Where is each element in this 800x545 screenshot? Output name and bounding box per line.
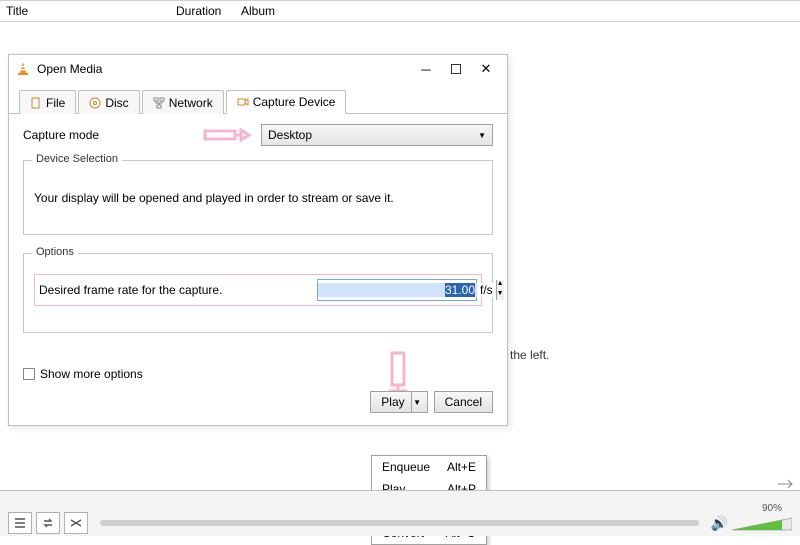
framerate-stepper[interactable]: ▲▼ (496, 280, 504, 300)
shuffle-icon (69, 516, 83, 530)
cancel-button-label: Cancel (445, 395, 482, 409)
minimize-button[interactable]: ─ (411, 57, 441, 81)
capture-mode-label: Capture mode (23, 128, 193, 142)
framerate-label: Desired frame rate for the capture. (39, 283, 309, 297)
tab-capture-device[interactable]: Capture Device (226, 90, 347, 114)
network-icon (153, 97, 165, 109)
capture-mode-value: Desktop (268, 128, 312, 142)
playlist-toggle-button[interactable] (8, 512, 32, 534)
tab-network[interactable]: Network (142, 90, 224, 114)
file-icon (30, 97, 42, 109)
menu-item-enqueue-accel: Alt+E (447, 460, 476, 474)
volume-percent: 90% (762, 503, 782, 514)
loop-icon (41, 516, 55, 530)
tab-disc-label: Disc (105, 96, 128, 110)
cancel-button[interactable]: Cancel (434, 391, 493, 413)
device-hint-text: Your display will be opened and played i… (34, 191, 394, 205)
play-button-drop[interactable]: ▼ (411, 392, 423, 412)
col-album[interactable]: Album (241, 4, 275, 18)
menu-item-enqueue-label: Enqueue (382, 460, 430, 474)
dialog-title: Open Media (37, 62, 411, 76)
framerate-input[interactable] (318, 283, 477, 297)
col-duration[interactable]: Duration (176, 4, 241, 18)
maximize-button[interactable] (441, 57, 471, 81)
tab-capture-label: Capture Device (253, 95, 336, 109)
show-more-checkbox[interactable] (23, 368, 35, 380)
play-split-button[interactable]: Play ▼ (370, 391, 427, 413)
options-title: Options (32, 246, 78, 258)
vlc-cone-icon (15, 61, 31, 77)
playlist-icon (13, 516, 27, 530)
source-tabs: File Disc Network Capture Device (9, 83, 507, 114)
shuffle-button[interactable] (64, 512, 88, 534)
col-title[interactable]: Title (6, 4, 176, 18)
volume-slider[interactable] (732, 517, 792, 531)
tab-file[interactable]: File (19, 90, 76, 114)
close-button[interactable]: ✕ (471, 57, 501, 81)
menu-item-enqueue[interactable]: Enqueue Alt+E (372, 456, 486, 478)
seek-bar[interactable] (100, 520, 699, 526)
chevron-down-icon: ▼ (478, 131, 486, 140)
tab-network-label: Network (169, 96, 213, 110)
device-selection-title: Device Selection (32, 153, 122, 165)
show-more-row[interactable]: Show more options (23, 367, 493, 381)
dialog-titlebar[interactable]: Open Media ─ ✕ (9, 55, 507, 83)
tab-disc[interactable]: Disc (78, 90, 139, 114)
player-controls-bar: 90% 🔊 (0, 490, 800, 536)
speaker-icon[interactable]: 🔊 (711, 515, 728, 532)
device-selection-group: Device Selection Your display will be op… (23, 160, 493, 235)
capture-mode-dropdown[interactable]: Desktop ▼ (261, 124, 493, 146)
loop-button[interactable] (36, 512, 60, 534)
annotation-arrow-right (203, 128, 251, 142)
playlist-columns: Title Duration Album (0, 0, 800, 22)
expand-handle-icon[interactable] (776, 478, 794, 490)
framerate-spinner[interactable]: f/s ▲▼ (317, 279, 477, 301)
show-more-label: Show more options (40, 367, 143, 381)
open-media-dialog: Open Media ─ ✕ File Disc Network Capture… (8, 54, 508, 426)
framerate-unit: f/s (477, 283, 496, 297)
options-group: Options Desired frame rate for the captu… (23, 253, 493, 333)
play-button-label: Play (381, 395, 404, 409)
disc-icon (89, 97, 101, 109)
tab-file-label: File (46, 96, 65, 110)
capture-device-icon (237, 96, 249, 108)
